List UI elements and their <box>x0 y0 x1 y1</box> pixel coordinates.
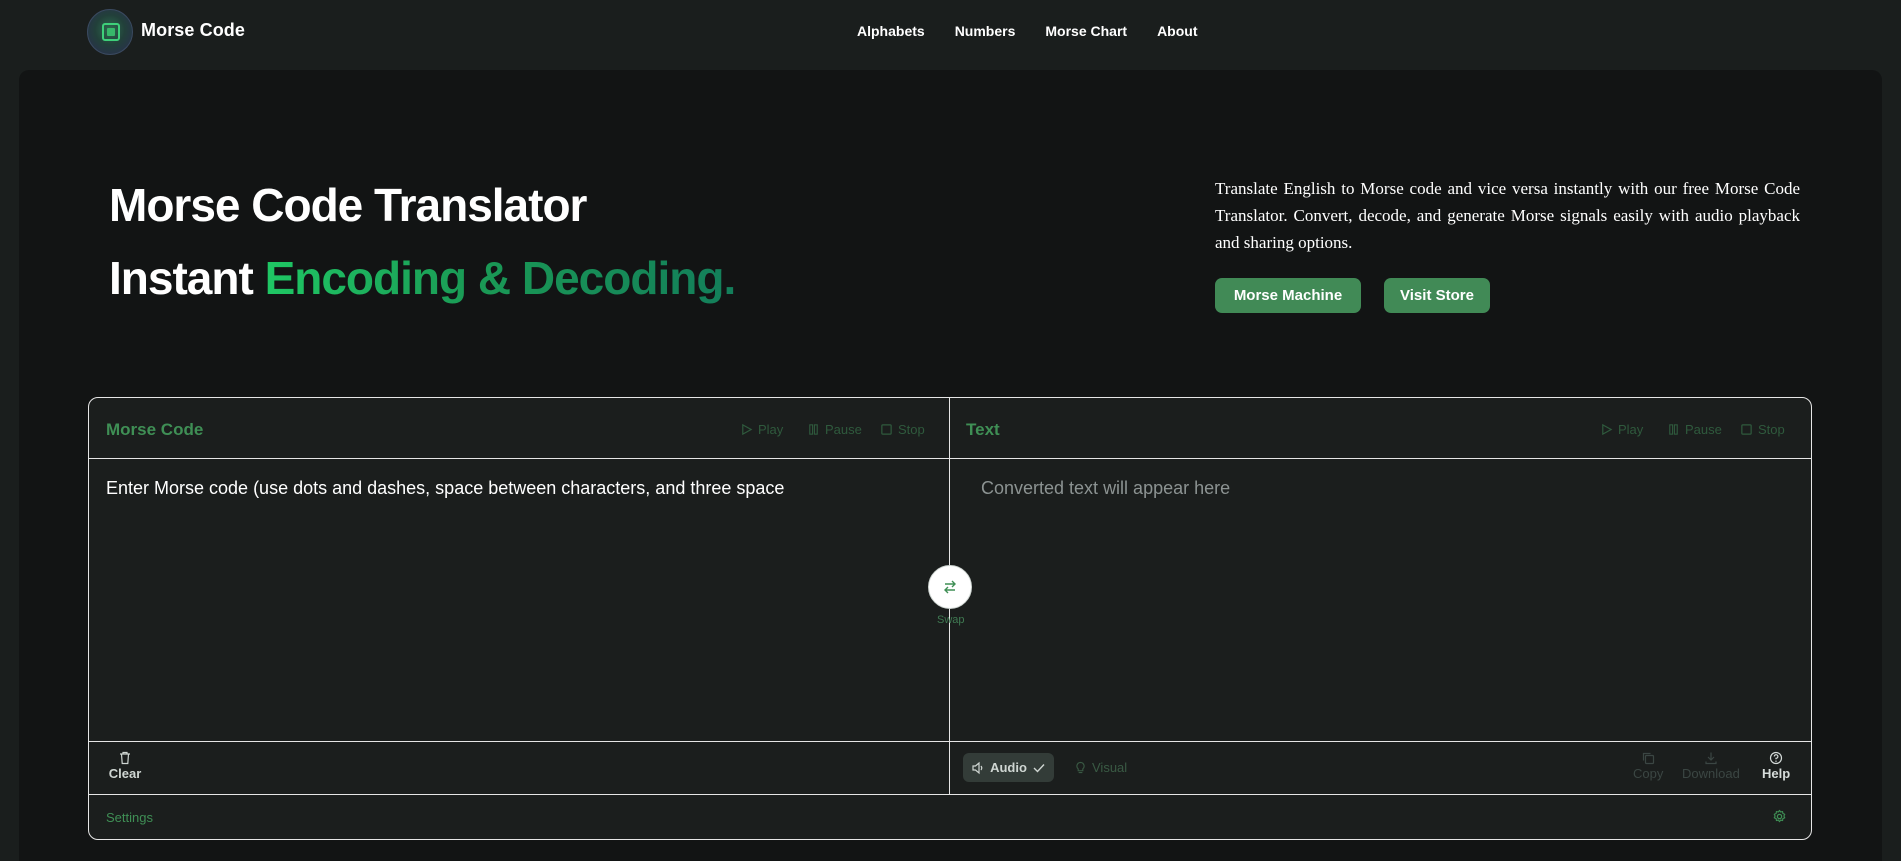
morse-pause-button[interactable]: Pause <box>807 422 862 437</box>
swap-label: Swap <box>937 614 965 626</box>
nav-link-morse-chart[interactable]: Morse Chart <box>1045 23 1127 39</box>
morse-machine-button[interactable]: Morse Machine <box>1215 278 1361 313</box>
text-pause-label: Pause <box>1685 422 1722 437</box>
stop-icon <box>881 424 892 435</box>
text-stop-button[interactable]: Stop <box>1740 422 1785 437</box>
help-button[interactable]: Help <box>1762 751 1790 781</box>
stop-icon <box>1741 424 1752 435</box>
check-icon <box>1033 763 1045 773</box>
logo-icon[interactable] <box>87 9 133 55</box>
morse-pane-title: Morse Code <box>106 420 204 439</box>
download-label: Download <box>1682 766 1740 781</box>
divider-header <box>89 458 1811 459</box>
nav-link-numbers[interactable]: Numbers <box>955 23 1016 39</box>
speaker-icon <box>972 761 983 774</box>
pause-icon <box>809 424 818 435</box>
morse-input[interactable]: Enter Morse code (use dots and dashes, s… <box>106 478 926 499</box>
hero-description: Translate English to Morse code and vice… <box>1215 179 1800 252</box>
copy-icon <box>1643 752 1655 765</box>
swap-icon <box>944 580 956 594</box>
translator-box: Morse Code Play Pause Stop Text Play Pau… <box>88 397 1812 840</box>
settings-toggle[interactable]: Settings <box>106 810 153 825</box>
swap-button[interactable] <box>928 565 972 609</box>
divider-toolbar <box>89 741 1811 742</box>
clear-label: Clear <box>108 766 142 781</box>
play-icon <box>1602 423 1613 436</box>
nav-link-about[interactable]: About <box>1157 23 1197 39</box>
copy-button[interactable]: Copy <box>1633 751 1663 781</box>
morse-play-button[interactable]: Play <box>740 422 783 437</box>
hero-title: Morse Code Translator <box>109 179 587 231</box>
morse-pause-label: Pause <box>825 422 862 437</box>
text-output[interactable]: Converted text will appear here <box>981 478 1230 499</box>
visual-toggle[interactable]: Visual <box>1074 760 1127 775</box>
morse-stop-button[interactable]: Stop <box>880 422 925 437</box>
text-stop-label: Stop <box>1758 422 1785 437</box>
hero-subtitle: Instant Encoding & Decoding. <box>109 251 737 305</box>
help-label: Help <box>1762 766 1791 781</box>
text-pause-button[interactable]: Pause <box>1667 422 1722 437</box>
pause-icon <box>1669 424 1678 435</box>
text-play-label: Play <box>1618 422 1644 437</box>
brand-name[interactable]: Morse Code <box>141 20 245 41</box>
gear-icon[interactable] <box>1772 809 1787 824</box>
download-button[interactable]: Download <box>1682 751 1740 781</box>
nav-link-alphabets[interactable]: Alphabets <box>857 23 925 39</box>
play-icon <box>742 423 753 436</box>
text-play-button[interactable]: Play <box>1600 422 1643 437</box>
audio-label: Audio <box>990 760 1027 775</box>
nav-links: Alphabets Numbers Morse Chart About <box>857 23 1228 39</box>
morse-play-label: Play <box>758 422 784 437</box>
text-pane-title: Text <box>966 420 1000 439</box>
copy-label: Copy <box>1633 766 1664 781</box>
hero-subtitle-plain: Instant <box>109 252 265 304</box>
lightbulb-icon <box>1076 761 1085 774</box>
navbar: Morse Code Alphabets Numbers Morse Chart… <box>0 0 1901 64</box>
clear-button[interactable]: Clear <box>109 751 141 781</box>
divider-settings <box>89 794 1811 795</box>
hero-subtitle-accent: Encoding & Decoding. <box>264 252 737 304</box>
morse-stop-label: Stop <box>898 422 925 437</box>
download-icon <box>1705 752 1717 765</box>
trash-icon <box>120 751 130 765</box>
visual-label: Visual <box>1092 760 1128 775</box>
visit-store-button[interactable]: Visit Store <box>1384 278 1490 313</box>
help-icon <box>1769 751 1783 765</box>
audio-toggle[interactable]: Audio <box>963 753 1054 782</box>
